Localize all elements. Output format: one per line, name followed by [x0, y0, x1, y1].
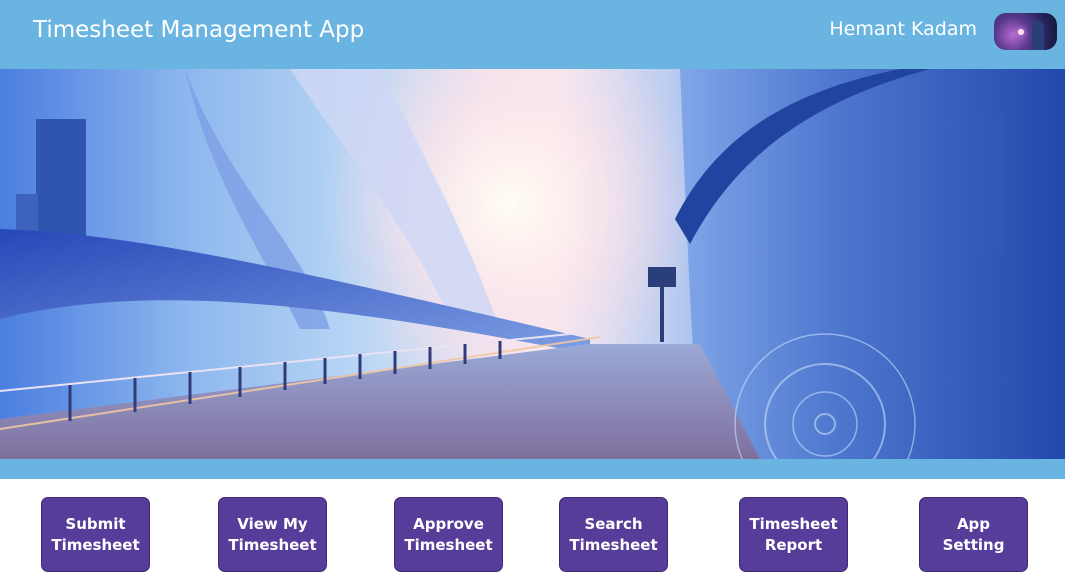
- view-my-timesheet-button[interactable]: View My Timesheet: [218, 497, 327, 572]
- banner-divider: [0, 459, 1065, 479]
- app-setting-button[interactable]: App Setting: [919, 497, 1028, 572]
- app-header: Timesheet Management App Hemant Kadam: [0, 0, 1065, 69]
- user-name: Hemant Kadam: [829, 18, 977, 40]
- avatar-glow: [1018, 29, 1024, 35]
- hero-banner-image: [0, 69, 1065, 459]
- banner-illustration: [0, 69, 1065, 459]
- app-title: Timesheet Management App: [33, 17, 365, 43]
- avatar[interactable]: [994, 13, 1057, 50]
- timesheet-report-button[interactable]: Timesheet Report: [739, 497, 848, 572]
- approve-timesheet-button[interactable]: Approve Timesheet: [394, 497, 503, 572]
- submit-timesheet-button[interactable]: Submit Timesheet: [41, 497, 150, 572]
- search-timesheet-button[interactable]: Search Timesheet: [559, 497, 668, 572]
- avatar-figure: [1032, 21, 1044, 50]
